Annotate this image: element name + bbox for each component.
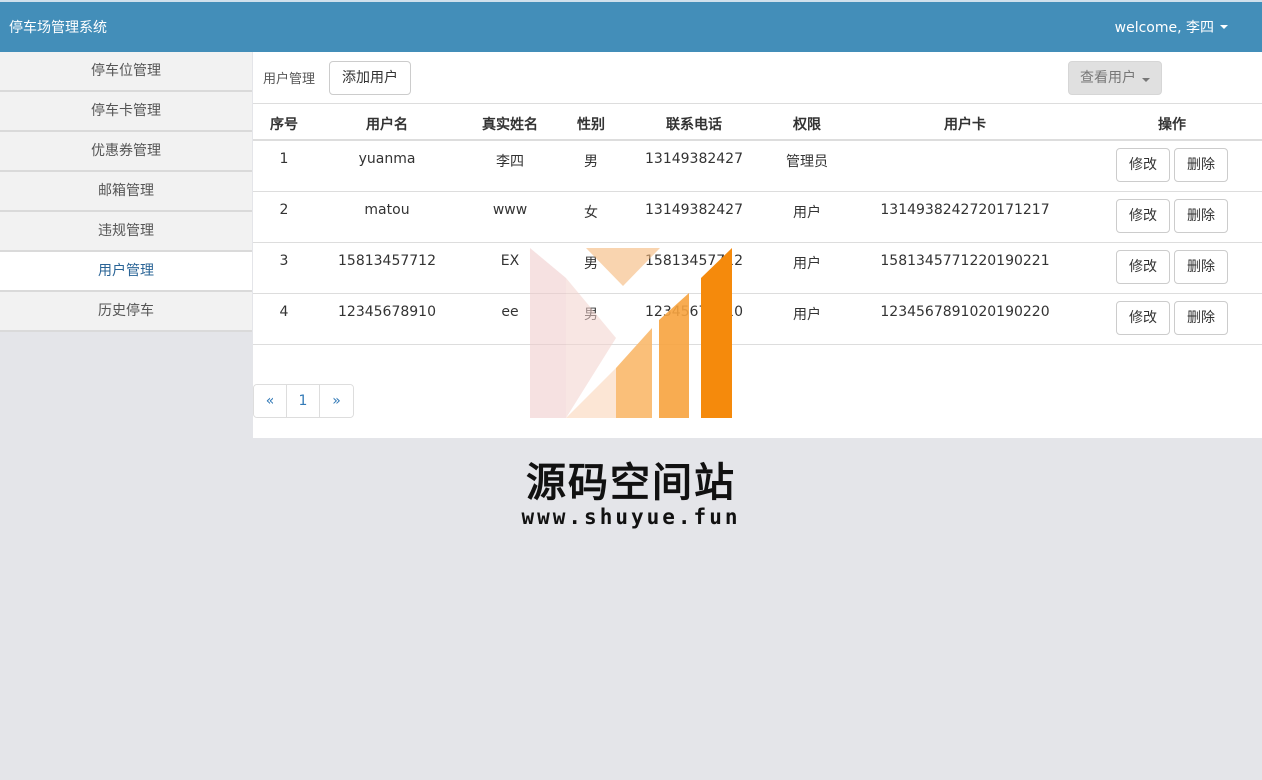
cell-gender: 男	[584, 256, 598, 272]
pagination-page-1[interactable]: 1	[287, 385, 320, 417]
sidebar-item-coupon[interactable]: 优惠券管理	[0, 132, 252, 172]
pagination-prev-button[interactable]: «	[254, 385, 287, 417]
sidebar-item-mailbox[interactable]: 邮箱管理	[0, 172, 252, 212]
sidebar-item-history[interactable]: 历史停车	[0, 292, 252, 332]
user-menu-dropdown[interactable]: welcome, 李四	[1115, 17, 1228, 37]
edit-button[interactable]: 修改	[1116, 250, 1170, 284]
cell-card: 1234567891020190220	[880, 304, 1050, 320]
sidebar-item-label: 停车卡管理	[91, 103, 161, 119]
cell-gender: 女	[584, 205, 598, 221]
toolbar: 用户管理 添加用户 查看用户	[253, 52, 1262, 104]
pagination: « 1 »	[253, 384, 354, 418]
view-users-label: 查看用户	[1080, 70, 1136, 86]
cell-id: 2	[279, 202, 289, 218]
sidebar-item-label: 用户管理	[98, 263, 154, 279]
edit-button[interactable]: 修改	[1116, 301, 1170, 335]
sidebar-item-violation[interactable]: 违规管理	[0, 212, 252, 252]
cell-realname: www	[492, 202, 528, 218]
cell-card: 1581345771220190221	[880, 253, 1050, 269]
header-gender: 性别	[577, 117, 605, 133]
table-row: 4 12345678910 ee 男 12345678910 用户 123456…	[253, 294, 1262, 345]
cell-id: 4	[279, 304, 289, 320]
cell-role: 用户	[793, 307, 821, 323]
header-role: 权限	[793, 117, 821, 133]
cell-phone: 13149382427	[645, 151, 743, 167]
table-header: 序号 用户名 真实姓名 性别 联系电话 权限 用户卡 操作	[253, 104, 1262, 141]
header-id: 序号	[270, 117, 298, 133]
cell-role: 管理员	[786, 154, 828, 170]
table-row: 3 15813457712 EX 男 15813457712 用户 158134…	[253, 243, 1262, 294]
caret-down-icon	[1220, 25, 1228, 29]
cell-phone: 12345678910	[645, 304, 743, 320]
cell-gender: 男	[584, 154, 598, 170]
cell-role: 用户	[793, 205, 821, 221]
cell-username: 15813457712	[338, 253, 436, 269]
pagination-next-button[interactable]: »	[320, 385, 353, 417]
sidebar-item-parking-space[interactable]: 停车位管理	[0, 52, 252, 92]
top-navbar: 停车场管理系统 welcome, 李四	[0, 0, 1262, 52]
table-row: 1 yuanma 李四 男 13149382427 管理员 修改 删除	[253, 141, 1262, 192]
user-menu-label: welcome, 李四	[1114, 20, 1214, 36]
sidebar-item-label: 违规管理	[98, 223, 154, 239]
sidebar-item-parking-card[interactable]: 停车卡管理	[0, 92, 252, 132]
watermark-text: 源码空间站	[526, 460, 736, 506]
cell-card: 1314938242720171217	[880, 202, 1050, 218]
cell-realname: 李四	[496, 154, 524, 170]
header-phone: 联系电话	[666, 117, 722, 133]
delete-button[interactable]: 删除	[1174, 250, 1228, 284]
header-actions: 操作	[1158, 117, 1186, 133]
cell-phone: 13149382427	[645, 202, 743, 218]
cell-role: 用户	[793, 256, 821, 272]
delete-button[interactable]: 删除	[1174, 301, 1228, 335]
header-card: 用户卡	[944, 117, 986, 133]
sidebar-item-label: 历史停车	[98, 303, 154, 319]
table-row: 2 matou www 女 13149382427 用户 13149382427…	[253, 192, 1262, 243]
cell-id: 1	[279, 151, 289, 167]
sidebar-item-label: 优惠券管理	[91, 143, 161, 159]
edit-button[interactable]: 修改	[1116, 199, 1170, 233]
main-panel: 用户管理 添加用户 查看用户 序号 用户名 真实姓名 性别 联系电话 权限 用户…	[253, 52, 1262, 438]
app-title[interactable]: 停车场管理系统	[9, 17, 107, 37]
caret-down-icon	[1142, 78, 1150, 82]
cell-username: 12345678910	[338, 304, 436, 320]
cell-realname: EX	[500, 253, 520, 269]
add-user-button[interactable]: 添加用户	[329, 61, 411, 95]
cell-id: 3	[279, 253, 289, 269]
cell-phone: 15813457712	[645, 253, 743, 269]
cell-gender: 男	[584, 307, 598, 323]
view-users-dropdown[interactable]: 查看用户	[1068, 61, 1162, 95]
delete-button[interactable]: 删除	[1174, 148, 1228, 182]
sidebar-item-users[interactable]: 用户管理	[0, 252, 252, 292]
cell-username: yuanma	[358, 151, 416, 167]
delete-button[interactable]: 删除	[1174, 199, 1228, 233]
sidebar-item-label: 停车位管理	[91, 63, 161, 79]
edit-button[interactable]: 修改	[1116, 148, 1170, 182]
header-username: 用户名	[366, 117, 408, 133]
watermark-url: www.shuyue.fun	[521, 505, 741, 529]
cell-username: matou	[364, 202, 410, 218]
panel-title: 用户管理	[263, 72, 316, 87]
sidebar: 停车位管理 停车卡管理 优惠券管理 邮箱管理 违规管理 用户管理 历史停车	[0, 52, 252, 332]
cell-realname: ee	[501, 304, 519, 320]
header-realname: 真实姓名	[482, 117, 538, 133]
sidebar-item-label: 邮箱管理	[98, 183, 154, 199]
